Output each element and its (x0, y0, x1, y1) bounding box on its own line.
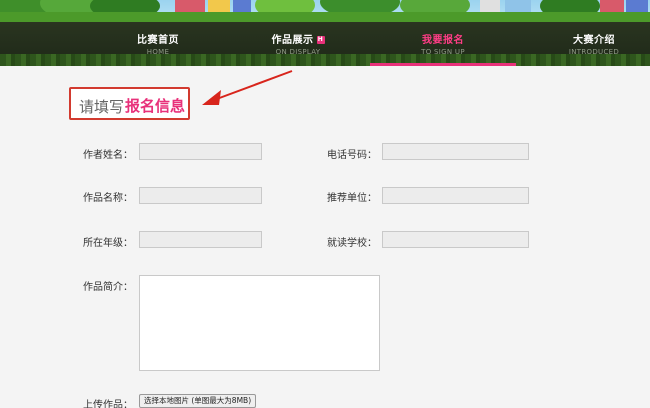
nav-item-sublabel: HOME (146, 48, 170, 56)
form-title-highlight: 报名信息 (125, 97, 186, 115)
school-input[interactable] (382, 231, 529, 248)
phone-label: 电话号码： (327, 150, 377, 161)
nav-item-display[interactable]: 作品展示 H ON DISPLAY (246, 22, 350, 66)
signup-form-area: 请填写 报名信息 作者姓名： 电话号码： 作品名称： 推荐单位： 所在年级： 就… (0, 66, 650, 408)
hot-badge: H (316, 36, 325, 44)
upload-label: 上传作品： (83, 400, 133, 408)
main-nav: 比赛首页 HOME 作品展示 H ON DISPLAY 我要报名 TO SIGN … (0, 22, 650, 66)
work-name-label: 作品名称： (83, 193, 133, 204)
nav-item-label: 大赛介绍 (573, 35, 615, 46)
nav-item-sublabel: TO SIGN UP (421, 48, 465, 56)
intro-textarea[interactable] (139, 275, 380, 371)
form-title-prefix: 请填写 (79, 98, 125, 116)
nav-item-intro[interactable]: 大赛介绍 INTRODUCED (546, 22, 642, 66)
grade-label: 所在年级： (83, 238, 133, 249)
nav-item-signup[interactable]: 我要报名 TO SIGN UP (370, 22, 516, 66)
nav-item-label: 作品展示 H (246, 31, 350, 46)
nav-item-home[interactable]: 比赛首页 HOME (110, 22, 206, 66)
choose-image-button[interactable]: 选择本地图片 (单图最大为8MB) (139, 394, 257, 408)
nav-item-label: 我要报名 (422, 35, 464, 46)
header-banner (0, 0, 650, 22)
form-title-box: 请填写 报名信息 (69, 87, 190, 120)
grade-input[interactable] (139, 231, 262, 248)
nav-item-sublabel: ON DISPLAY (275, 48, 321, 56)
nav-item-label: 比赛首页 (137, 35, 179, 46)
phone-input[interactable] (382, 143, 529, 160)
banner-grass (0, 12, 650, 22)
recommend-unit-input[interactable] (382, 187, 529, 204)
nav-item-label-text: 作品展示 (271, 35, 314, 46)
author-name-label: 作者姓名： (83, 150, 133, 161)
intro-label: 作品简介： (83, 282, 133, 293)
nav-item-sublabel: INTRODUCED (568, 48, 620, 56)
work-name-input[interactable] (139, 187, 262, 204)
author-name-input[interactable] (139, 143, 262, 160)
recommend-unit-label: 推荐单位： (327, 193, 377, 204)
school-label: 就读学校： (327, 238, 377, 249)
